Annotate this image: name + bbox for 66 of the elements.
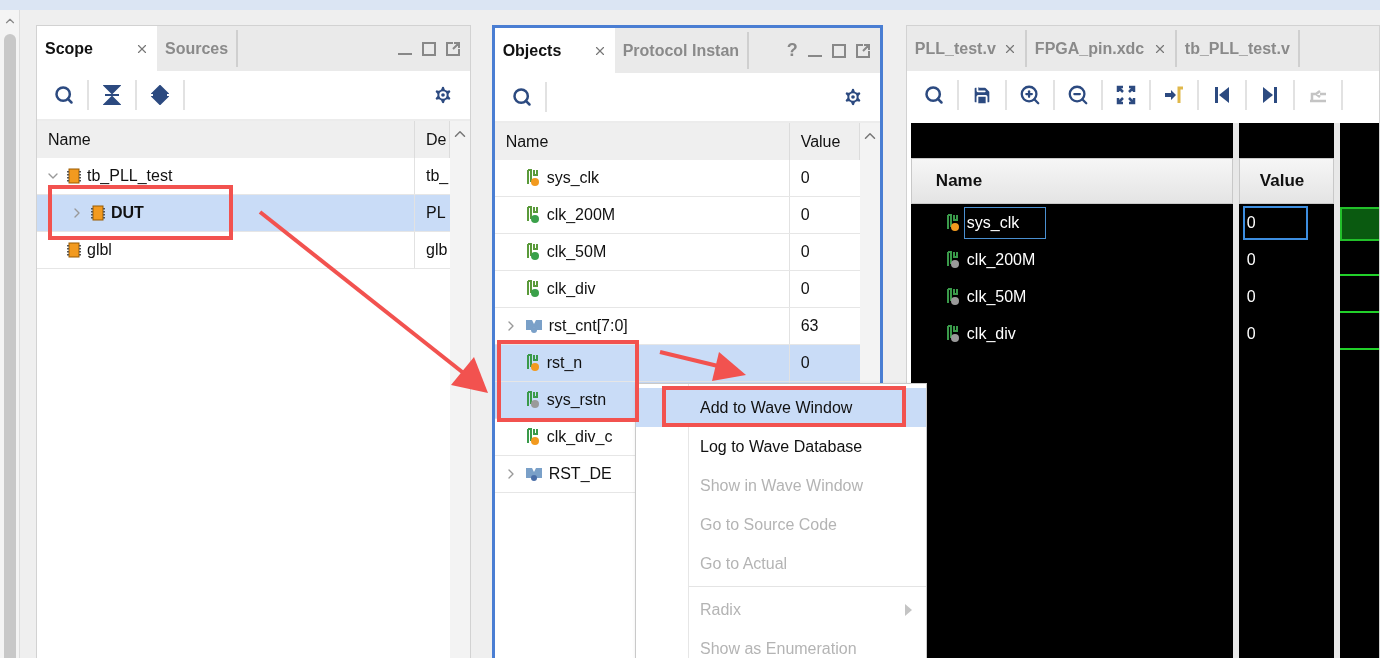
signal-name[interactable]: clk_50M (963, 280, 1054, 313)
signal-value: 0 (800, 169, 810, 187)
object-row[interactable]: rst_cnt[7:0] 63 (494, 308, 860, 345)
signal-value: 63 (800, 317, 819, 335)
signal-value[interactable]: 0 (1242, 205, 1308, 240)
tree-row[interactable]: glbl glb (37, 232, 450, 269)
object-row[interactable]: clk_200M 0 (494, 197, 860, 234)
tree-row[interactable]: tb_PLL_test tb_ (37, 158, 450, 195)
maximize-icon[interactable] (421, 41, 436, 56)
signal-value[interactable]: 0 (1242, 316, 1308, 351)
tree-label: DUT (111, 204, 144, 222)
float-icon[interactable] (445, 41, 460, 56)
signal-name: clk_div (546, 280, 596, 298)
object-row[interactable]: clk_div 0 (494, 271, 860, 308)
tree-row[interactable]: DUT PL (37, 195, 450, 232)
signal-name: clk_div_c (546, 428, 613, 446)
tab[interactable]: Objects (494, 28, 615, 73)
signal-name[interactable]: clk_div (963, 317, 1043, 350)
signal-name: sys_clk (546, 169, 600, 187)
signal-icon (524, 428, 541, 446)
signal-value: 0 (800, 206, 810, 224)
signal-value[interactable]: 0 (1242, 279, 1308, 314)
table-cell: tb_ (426, 167, 449, 185)
scrollbar[interactable] (0, 10, 20, 658)
menu-item[interactable]: Log to Wave Database (636, 427, 926, 466)
signal-icon (944, 250, 961, 269)
tab[interactable]: Scope (37, 26, 157, 71)
bus-icon (524, 318, 543, 334)
object-row[interactable]: rst_n 0 (494, 345, 860, 382)
bus-icon (524, 466, 543, 482)
signal-value[interactable]: 0 (1242, 242, 1308, 277)
signal-value: 0 (800, 354, 810, 372)
column-header: Name (910, 158, 1233, 204)
submenu-arrow-icon (905, 603, 912, 616)
signal-icon (944, 287, 961, 306)
tree-label: glbl (87, 241, 112, 259)
signal-name[interactable]: clk_200M (963, 243, 1063, 276)
signal-icon (524, 391, 541, 409)
tree-label: tb_PLL_test (87, 167, 173, 185)
signal-name: RST_DE (548, 465, 612, 483)
column-header: Value (1238, 158, 1334, 204)
scrollbar[interactable] (449, 121, 470, 658)
signal-icon (524, 280, 541, 298)
maximize-icon[interactable] (831, 43, 846, 58)
object-row[interactable]: clk_50M 0 (494, 234, 860, 271)
float-icon[interactable] (855, 43, 870, 58)
signal-icon (944, 324, 961, 343)
signal-name: clk_50M (546, 243, 607, 261)
signal-name: clk_200M (546, 206, 616, 224)
signal-icon (524, 206, 541, 224)
signal-name: sys_rstn (546, 391, 607, 409)
signal-icon (524, 354, 541, 372)
signal-icon (524, 169, 541, 187)
signal-icon (524, 243, 541, 261)
module-icon (67, 168, 81, 184)
signal-value: 0 (800, 243, 810, 261)
signal-name: rst_cnt[7:0] (548, 317, 628, 335)
object-row[interactable]: sys_clk 0 (494, 160, 860, 197)
table-cell: PL (426, 204, 446, 222)
module-icon (91, 205, 105, 221)
signal-name[interactable]: sys_clk (963, 206, 1047, 239)
module-icon (67, 242, 81, 258)
signal-icon (944, 213, 961, 232)
table-cell: glb (426, 241, 448, 259)
signal-value: 0 (800, 280, 810, 298)
signal-name: rst_n (546, 354, 583, 372)
